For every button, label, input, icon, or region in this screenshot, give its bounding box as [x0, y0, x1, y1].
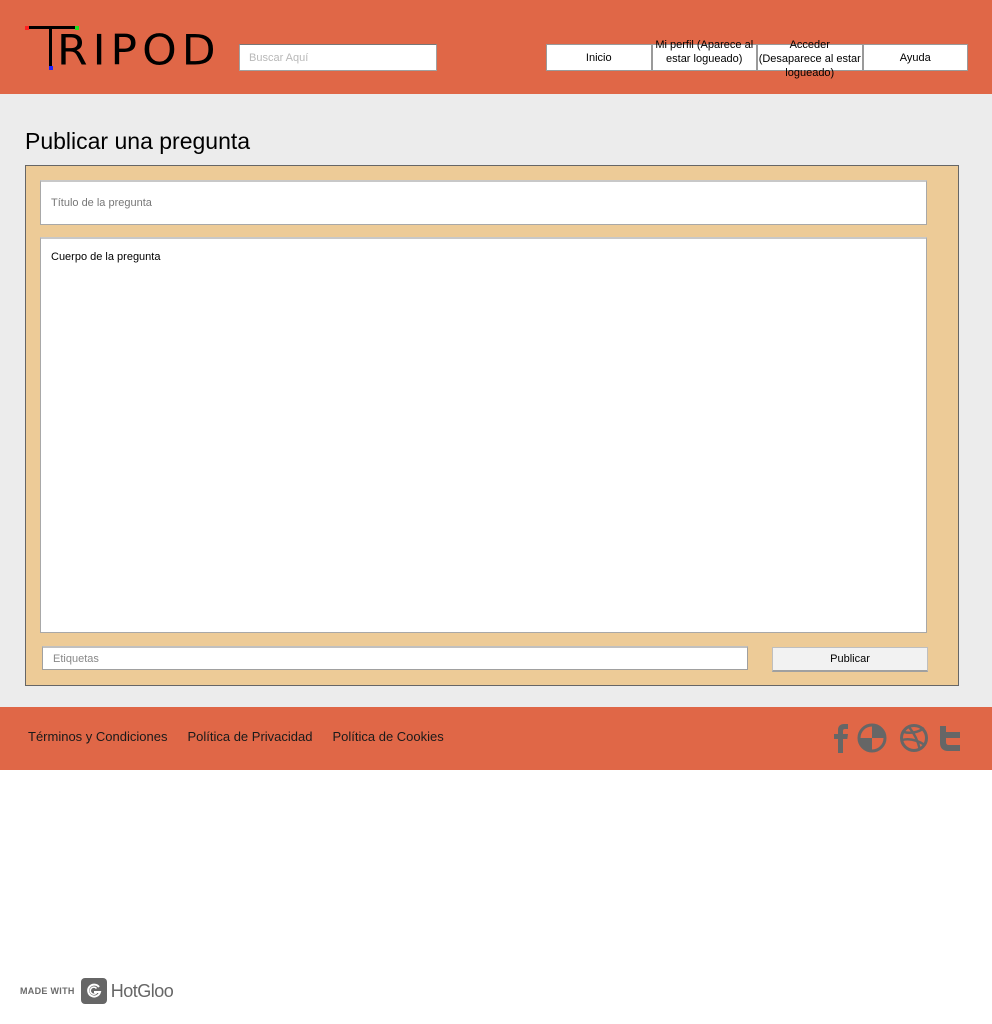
publish-button[interactable]: Publicar — [772, 647, 928, 672]
footer-link-terms[interactable]: Términos y Condiciones — [28, 729, 167, 744]
dribbble-icon[interactable] — [899, 723, 929, 753]
nav-profile-label: Mi perfil (Aparece al estar logueado) — [655, 39, 754, 65]
facebook-icon[interactable] — [832, 723, 850, 753]
nav-login-label: Acceder (Desaparece al estar logueado) — [758, 39, 861, 79]
nav-login-button[interactable]: Acceder (Desaparece al estar logueado) — [757, 39, 863, 79]
tripod-logo[interactable]: RIPOD — [25, 26, 217, 74]
nav-home-label: Inicio — [585, 51, 612, 64]
footer-link-cookies[interactable]: Política de Cookies — [332, 729, 443, 744]
hotgloo-logo-icon — [80, 978, 107, 1004]
made-with-label: MADE WITH — [20, 986, 75, 996]
footer: Términos y Condiciones Política de Priva… — [0, 707, 992, 770]
logo-red-dot — [25, 26, 29, 30]
nav-help-label: Ayuda — [899, 51, 931, 64]
hotgloo-brand-label: HotGloo — [110, 980, 174, 1001]
pie-chart-icon[interactable] — [857, 723, 887, 753]
search-input[interactable] — [239, 44, 437, 71]
logo-t-stem — [49, 26, 52, 70]
header: RIPOD Inicio Mi perfil (Aparece al estar… — [0, 0, 992, 94]
nav-help-button[interactable]: Ayuda — [862, 44, 968, 71]
question-title-input[interactable] — [40, 180, 927, 225]
question-form: Publicar — [25, 165, 959, 686]
footer-links: Términos y Condiciones Política de Priva… — [28, 729, 444, 744]
made-with-hotgloo-badge[interactable]: MADE WITH HotGloo — [20, 978, 174, 1004]
twitter-icon[interactable] — [937, 723, 963, 753]
nav-profile-button[interactable]: Mi perfil (Aparece al estar logueado) — [651, 39, 757, 71]
logo-blue-dot — [49, 66, 53, 70]
question-body-textarea[interactable] — [40, 237, 927, 633]
logo-text: RIPOD — [57, 26, 221, 75]
page-title: Publicar una pregunta — [25, 128, 251, 154]
footer-link-privacy[interactable]: Política de Privacidad — [187, 729, 312, 744]
main-nav: Inicio Mi perfil (Aparece al estar logue… — [546, 39, 968, 79]
tags-input[interactable] — [42, 646, 748, 670]
nav-home-button[interactable]: Inicio — [546, 44, 652, 71]
